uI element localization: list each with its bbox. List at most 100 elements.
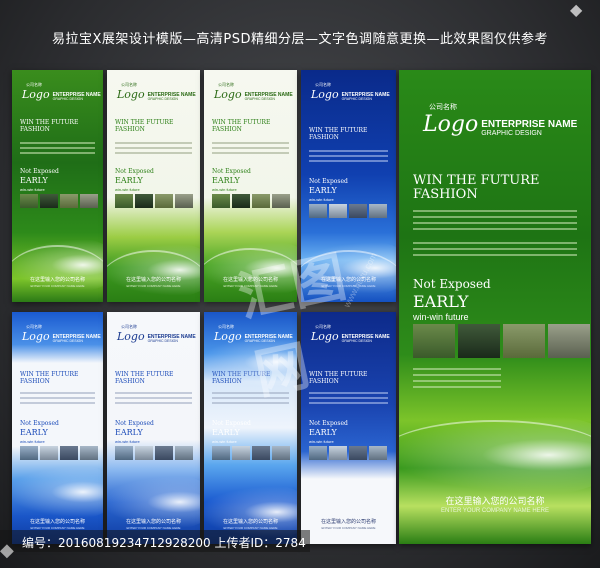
banner-text-line xyxy=(20,147,95,149)
banner-not-exposed: Not Exposed xyxy=(115,168,154,175)
banner-winwin: win-win future xyxy=(20,439,45,444)
banner-text-line xyxy=(413,222,577,224)
banner-early: EARLY xyxy=(20,176,48,185)
banner-early: EARLY xyxy=(115,428,143,437)
banner-logo: 公司名称 Logo ENTERPRISE NAMEGRAPHIC DESIGN xyxy=(22,82,101,101)
banner-not-exposed: Not Exposed xyxy=(309,178,348,185)
banner-text-line xyxy=(115,397,192,399)
watermark-id-line: 编号：20160819234712928200 上传者ID：2784 xyxy=(22,536,306,550)
banner-text-line xyxy=(413,386,501,388)
banner-photos xyxy=(212,446,290,460)
banner-text-line xyxy=(413,216,577,218)
banner-heading: WIN THE FUTUREFASHION xyxy=(115,371,174,385)
banner-logo: 公司名称 Logo ENTERPRISE NAMEGRAPHIC DESIGN xyxy=(423,104,578,137)
banner-text-line xyxy=(309,402,388,404)
banner-winwin: win-win future xyxy=(413,312,469,322)
banner-photos xyxy=(413,324,590,358)
banner-company-en: ENTER YOUR COMPANY NAME HERE xyxy=(126,284,181,288)
banner-text-line xyxy=(115,402,192,404)
banner-early: EARLY xyxy=(212,428,240,437)
banner-text-line xyxy=(115,147,192,149)
banner-text-line xyxy=(20,397,95,399)
banner-heading: WIN THE FUTUREFASHION xyxy=(309,371,368,385)
banner-company-en: ENTER YOUR COMPANY NAME HERE xyxy=(30,284,85,288)
banner-winwin: win-win future xyxy=(212,439,237,444)
banner-blue-white-1: 公司名称 Logo ENTERPRISE NAME GRAPHIC DESIGN … xyxy=(12,312,103,544)
banner-text-line xyxy=(20,402,95,404)
banner-early: EARLY xyxy=(115,176,143,185)
banner-text-line xyxy=(115,392,192,394)
banner-winwin: win-win future xyxy=(20,187,45,192)
banner-text-line xyxy=(309,160,388,162)
banner-text-line xyxy=(413,368,501,370)
banner-company-cn: 在这里输入您的公司名称 xyxy=(29,519,85,525)
watermark-corner-icon: ◆ xyxy=(0,540,14,560)
banner-company-en: ENTER YOUR COMPANY NAME HERE xyxy=(321,526,376,530)
banner-text-line xyxy=(309,150,388,152)
banner-logo: 公司名称 Logo ENTERPRISE NAMEGRAPHIC DESIGN xyxy=(22,324,101,343)
banner-text-line xyxy=(413,254,577,256)
banner-company-cn: 在这里输入您的公司名称 xyxy=(125,519,181,525)
banner-winwin: win-win future xyxy=(212,187,237,192)
banner-text-line xyxy=(309,392,388,394)
banner-photos xyxy=(115,194,193,208)
banner-text-line xyxy=(212,152,289,154)
banner-not-exposed: Not Exposed xyxy=(212,420,251,427)
banner-green-white-1: 公司名称 Logo ENTERPRISE NAME GRAPHIC DESIGN … xyxy=(107,70,200,302)
banner-green-large: 公司名称 Logo ENTERPRISE NAME GRAPHIC DESIGN … xyxy=(399,70,591,544)
banner-green-1: 公司名称 Logo ENTERPRISE NAME GRAPHIC DESIGN … xyxy=(12,70,103,302)
banner-winwin: win-win future xyxy=(115,187,140,192)
banner-not-exposed: Not Exposed xyxy=(20,168,59,175)
banner-text-line xyxy=(413,228,577,230)
banner-text-line xyxy=(20,142,95,144)
banner-winwin: win-win future xyxy=(309,197,334,202)
banner-company-en: ENTER YOUR COMPANY NAME HERE xyxy=(440,508,550,514)
banner-logo: 公司名称 Logo ENTERPRISE NAMEGRAPHIC DESIGN xyxy=(311,82,390,101)
banner-light xyxy=(107,240,200,300)
banner-company-cn: 在这里输入您的公司名称 xyxy=(125,277,181,283)
banner-not-exposed: Not Exposed xyxy=(212,168,251,175)
banner-logo: 公司名称 Logo ENTERPRISE NAMEGRAPHIC DESIGN xyxy=(214,82,293,101)
banner-company-cn: 在这里输入您的公司名称 xyxy=(320,519,376,525)
banner-winwin: win-win future xyxy=(115,439,140,444)
banner-text-line xyxy=(413,242,577,244)
banner-text-line xyxy=(20,152,95,154)
banner-winwin: win-win future xyxy=(309,439,334,444)
banner-company-cn: 在这里输入您的公司名称 xyxy=(222,519,278,525)
banner-logo: 公司名称 Logo ENTERPRISE NAMEGRAPHIC DESIGN xyxy=(117,324,196,343)
banner-company-cn: 在这里输入您的公司名称 xyxy=(29,277,85,283)
banner-text-line xyxy=(115,152,192,154)
banner-early: EARLY xyxy=(309,428,337,437)
banner-heading: WIN THE FUTUREFASHION xyxy=(309,127,368,141)
banner-text-line xyxy=(413,374,501,376)
banner-photos xyxy=(309,204,387,218)
banner-not-exposed: Not Exposed xyxy=(115,420,154,427)
banner-heading: WIN THE FUTUREFASHION xyxy=(212,119,271,133)
banner-heading: WIN THE FUTUREFASHION xyxy=(115,119,174,133)
banner-photos xyxy=(20,446,98,460)
banner-photos xyxy=(212,194,290,208)
banner-logo: 公司名称 Logo ENTERPRISE NAMEGRAPHIC DESIGN xyxy=(117,82,196,101)
banner-not-exposed: Not Exposed xyxy=(20,420,59,427)
banner-light xyxy=(12,462,103,522)
banner-text-line xyxy=(413,380,501,382)
banner-text-line xyxy=(413,248,577,250)
banner-early: EARLY xyxy=(413,292,469,311)
banner-text-line xyxy=(20,392,95,394)
banner-blue-white-2: 公司名称 Logo ENTERPRISE NAME GRAPHIC DESIGN … xyxy=(107,312,200,544)
banner-not-exposed: Not Exposed xyxy=(413,277,491,291)
banner-heading: WIN THE FUTUREFASHION xyxy=(413,173,540,203)
watermark-corner-icon: ◆ xyxy=(570,2,583,19)
banner-text-line xyxy=(212,142,289,144)
banner-heading: WIN THE FUTUREFASHION xyxy=(20,119,79,133)
banner-heading: WIN THE FUTUREFASHION xyxy=(20,371,79,385)
banner-early: EARLY xyxy=(20,428,48,437)
banner-photos xyxy=(20,194,98,208)
banner-photos xyxy=(309,446,387,460)
banner-text-line xyxy=(212,147,289,149)
banner-company-cn: 在这里输入您的公司名称 xyxy=(445,496,545,506)
page-headline: 易拉宝X展架设计模版—高清PSD精细分层—文字色调随意更换—此效果图仅供参考 xyxy=(51,32,548,47)
banner-not-exposed: Not Exposed xyxy=(309,420,348,427)
banner-text-line xyxy=(309,155,388,157)
banner-light xyxy=(399,410,591,500)
